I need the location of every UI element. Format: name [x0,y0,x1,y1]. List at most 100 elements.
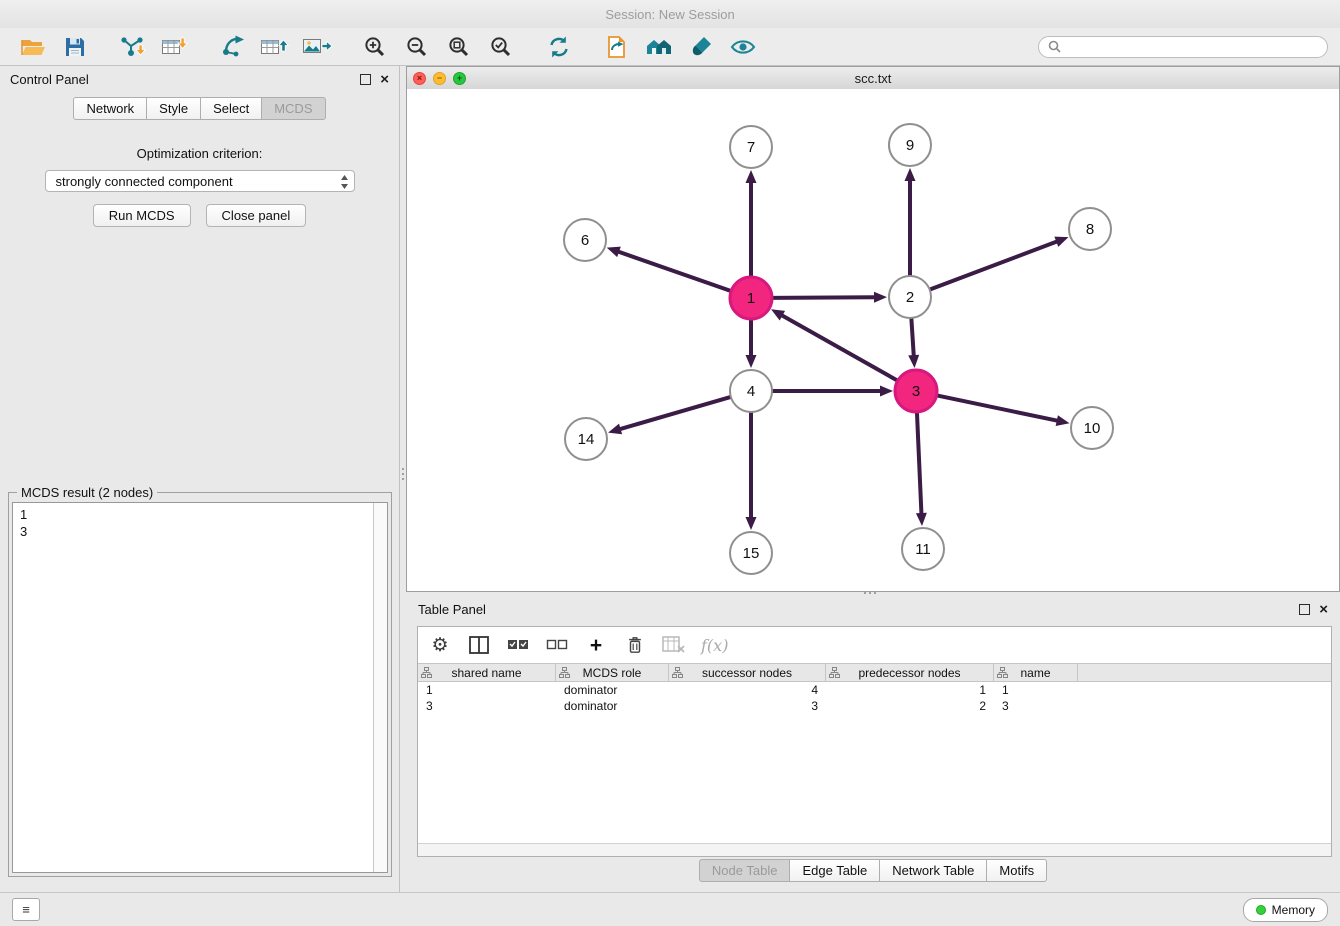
close-table-panel-icon[interactable]: × [1319,602,1328,617]
cell-successor-nodes[interactable]: 4 [669,683,826,697]
table-horizontal-scrollbar[interactable] [418,843,1331,856]
result-scrollbar[interactable] [373,503,387,872]
open-file-icon[interactable] [12,32,54,62]
zoom-window-button[interactable]: + [453,72,466,85]
cell-name[interactable]: 3 [994,699,1078,713]
graph-edge-4-14[interactable] [621,397,730,429]
control-panel-tabs: NetworkStyleSelectMCDS [0,97,399,120]
trash-icon [626,635,644,655]
close-panel-icon[interactable]: × [380,72,389,87]
add-column-button[interactable]: + [584,633,608,657]
table-header-row: shared nameMCDS role successor nodes prede… [418,663,1331,682]
cell-shared-name[interactable]: 3 [418,699,556,713]
import-network-icon[interactable] [112,32,154,62]
table-row[interactable]: 3dominator323 [418,698,1331,714]
search-box[interactable] [1038,36,1328,58]
dropdown-arrows-icon [340,174,349,193]
zoom-out-icon[interactable] [396,32,438,62]
cell-name[interactable]: 1 [994,683,1078,697]
file-group [12,32,96,62]
close-panel-button[interactable]: Close panel [206,204,307,227]
network-canvas[interactable]: 7968124314101511 [407,89,1339,591]
mcds-buttons-row: Run MCDS Close panel [0,204,399,227]
export-table-icon[interactable] [254,32,296,62]
table-tab-motifs[interactable]: Motifs [986,859,1047,882]
cell-mcds-role[interactable]: dominator [556,699,669,713]
float-panel-icon[interactable] [360,74,371,85]
column-header-shared-name[interactable]: shared name [418,664,556,681]
show-columns-button[interactable] [467,633,491,657]
run-mcds-button[interactable]: Run MCDS [93,204,191,227]
search-input[interactable] [1067,39,1318,55]
show-hide-details-icon[interactable] [722,32,764,62]
graph-edge-3-11[interactable] [917,413,921,513]
document-arrow-icon [605,35,629,59]
table-export-icon [260,35,290,59]
graph-edge-arrow [880,386,893,397]
graph-edge-2-3[interactable] [911,319,913,355]
zoom-fit-icon[interactable] [438,32,480,62]
criterion-dropdown[interactable]: strongly connected component [45,170,355,192]
graph-edge-arrow [1054,237,1068,247]
export-network-icon[interactable] [212,32,254,62]
close-window-button[interactable]: × [413,72,426,85]
column-header-name[interactable]: name [994,664,1078,681]
home-icon[interactable] [638,32,680,62]
table-tab-edge-table[interactable]: Edge Table [789,859,880,882]
cell-mcds-role[interactable]: dominator [556,683,669,697]
graph-edge-3-10[interactable] [938,396,1057,421]
column-header-mcds-role[interactable]: MCDS role [556,664,669,681]
table-row[interactable]: 1dominator411 [418,682,1331,698]
cell-shared-name[interactable]: 1 [418,683,556,697]
zoom-selected-icon[interactable] [480,32,522,62]
column-header-label: successor nodes [702,666,792,680]
cell-predecessor-nodes[interactable]: 2 [826,699,994,713]
column-header-predecessor-nodes[interactable]: predecessor nodes [826,664,994,681]
deselect-all-button[interactable] [545,633,569,657]
table-tab-node-table[interactable]: Node Table [699,859,791,882]
zoom-in-icon[interactable] [354,32,396,62]
network-window: scc.txt × − + 7968124314101511 [406,66,1340,592]
control-tab-style[interactable]: Style [146,97,201,120]
function-builder-button[interactable]: f(x) [701,633,728,657]
graph-edge-arrow [1056,415,1070,426]
memory-button[interactable]: Memory [1243,898,1328,922]
column-header-successor-nodes[interactable]: successor nodes [669,664,826,681]
graph-edge-1-6[interactable] [619,252,730,291]
export-image-icon[interactable] [296,32,338,62]
graph-node-label-15: 15 [743,545,760,562]
import-table-icon[interactable] [154,32,196,62]
mcds-result-list: 13 [13,503,373,872]
control-tab-mcds[interactable]: MCDS [261,97,325,120]
share-document-icon[interactable] [596,32,638,62]
select-all-button[interactable] [506,633,530,657]
control-tab-select[interactable]: Select [200,97,262,120]
minimize-window-button[interactable]: − [433,72,446,85]
graph-edge-arrow [905,168,916,181]
delete-column-button[interactable] [623,633,647,657]
column-header-label: predecessor nodes [858,666,960,680]
cell-successor-nodes[interactable]: 3 [669,699,826,713]
table-tab-network-table[interactable]: Network Table [879,859,987,882]
two-houses-icon [645,35,673,59]
style-brush-icon[interactable] [680,32,722,62]
network-window-titlebar[interactable]: scc.txt × − + [407,67,1339,90]
float-table-panel-icon[interactable] [1299,604,1310,615]
delete-table-button[interactable] [662,633,686,657]
network-graph[interactable]: 7968124314101511 [407,89,1339,591]
table-settings-button[interactable]: ⚙ [428,633,452,657]
column-sort-icon [997,667,1008,678]
mcds-result-title: MCDS result (2 nodes) [17,485,157,500]
graph-edge-3-1[interactable] [782,316,896,381]
control-tab-network[interactable]: Network [73,97,147,120]
status-menu-button[interactable]: ≡ [12,898,40,921]
refresh-group [538,32,580,62]
graph-edge-1-2[interactable] [773,297,874,298]
save-session-icon[interactable] [54,32,96,62]
refresh-icon[interactable] [538,32,580,62]
optimization-criterion-label: Optimization criterion: [0,146,399,161]
graph-edge-2-8[interactable] [931,242,1057,290]
control-panel-title: Control Panel [10,72,89,87]
cell-predecessor-nodes[interactable]: 1 [826,683,994,697]
graph-node-label-14: 14 [578,431,595,448]
